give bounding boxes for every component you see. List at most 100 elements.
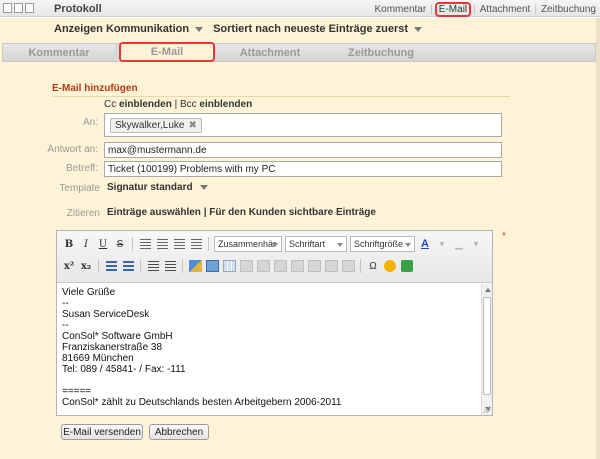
cc-show-link[interactable]: Cc einblenden — [104, 99, 172, 110]
panel-edge — [596, 18, 600, 459]
strikethrough-button[interactable]: S — [113, 236, 127, 252]
recipient-chip[interactable]: Skywalker,Luke ✖ — [110, 118, 202, 133]
superscript-button[interactable]: x² — [62, 258, 76, 274]
edit-image-icon[interactable] — [188, 258, 202, 274]
tab-attachment[interactable]: Attachment — [215, 44, 325, 61]
chevron-down-icon[interactable] — [414, 26, 423, 32]
resize-handle-icon[interactable] — [482, 405, 490, 413]
align-left-button[interactable] — [138, 236, 152, 252]
delete-icon[interactable] — [341, 258, 355, 274]
font-size-select[interactable]: Schriftgröße — [350, 236, 415, 252]
template-value: Signatur standard — [107, 182, 193, 193]
align-right-button[interactable] — [172, 236, 186, 252]
table-props-icon[interactable] — [239, 258, 253, 274]
insert-table-icon[interactable] — [222, 258, 236, 274]
top-nav-attachment[interactable]: Attachment — [478, 3, 533, 16]
body-line: Viele Grüße — [62, 287, 116, 298]
col-icon[interactable] — [273, 258, 287, 274]
body-line: Franziskanerstraße 38 — [62, 342, 163, 353]
quote-links[interactable]: Einträge auswählen | Für den Kunden sich… — [107, 207, 376, 218]
recipient-name: Skywalker,Luke — [115, 120, 185, 131]
reply-to-input[interactable]: max@mustermann.de — [104, 142, 502, 158]
top-nav-kommentar[interactable]: Kommentar — [373, 3, 429, 16]
body-line: Susan ServiceDesk — [62, 309, 150, 320]
tab-bar: Kommentar E-Mail Attachment Zeitbuchung — [2, 42, 596, 62]
window-icon-3[interactable] — [25, 3, 34, 13]
subscript-button[interactable]: x₂ — [79, 258, 93, 274]
split-icon[interactable] — [324, 258, 338, 274]
window-icon-1[interactable] — [3, 3, 12, 13]
top-nav: Kommentar | E-Mail | Attachment | Zeitbu… — [373, 2, 599, 17]
top-nav-email[interactable]: E-Mail — [434, 2, 472, 17]
body-line: 81669 München — [62, 353, 134, 364]
body-line: ConSol* zählt zu Deutschlands besten Arb… — [62, 397, 342, 408]
cc-bcc-toggles: Cc einblenden | Bcc einblenden — [104, 99, 253, 110]
to-field[interactable]: Skywalker,Luke ✖ — [104, 113, 502, 137]
send-email-button[interactable]: E-Mail versenden — [61, 424, 143, 440]
plugin-icon[interactable] — [400, 258, 414, 274]
tab-filler — [437, 44, 595, 61]
emoticon-icon[interactable] — [383, 258, 397, 274]
editor-toolbar: B I U S Zusammenhär Schriftart Schriftgr… — [57, 231, 492, 283]
to-label: An: — [82, 117, 98, 128]
body-line: ===== — [62, 386, 92, 397]
chevron-down-icon[interactable] — [199, 185, 208, 190]
scroll-up-icon[interactable] — [485, 288, 491, 292]
font-color-button[interactable]: A — [418, 236, 432, 252]
background-color-button[interactable]: ▁ — [452, 236, 466, 252]
align-justify-button[interactable] — [189, 236, 203, 252]
body-line: -- — [62, 320, 69, 331]
bcc-show-link[interactable]: Bcc einblenden — [180, 99, 252, 110]
body-line — [62, 375, 480, 386]
email-body[interactable]: Viele Grüße -- Susan ServiceDesk -- ConS… — [62, 287, 480, 408]
window-icons — [3, 3, 34, 13]
subject-label: Betreff: — [65, 163, 98, 174]
scroll-thumb[interactable] — [483, 297, 491, 395]
special-char-button[interactable]: Ω — [366, 258, 380, 274]
cancel-button[interactable]: Abbrechen — [149, 424, 209, 440]
email-editor: B I U S Zusammenhär Schriftart Schriftgr… — [56, 230, 493, 416]
top-nav-separator: | — [534, 4, 537, 15]
section-divider — [52, 96, 510, 97]
outdent-icon[interactable] — [146, 258, 160, 274]
italic-button[interactable]: I — [79, 236, 93, 252]
align-center-button[interactable] — [155, 236, 169, 252]
body-line: Tel: 089 / 45841- / Fax: -111 — [62, 364, 186, 375]
filter-type[interactable]: Anzeigen Kommunikation — [54, 23, 189, 35]
template-select[interactable]: Signatur standard — [107, 182, 208, 193]
body-line: ConSol* Software GmbH — [62, 331, 173, 342]
close-icon[interactable]: ✖ — [188, 120, 196, 131]
chevron-down-icon[interactable]: ▾ — [435, 236, 449, 252]
protocol-panel: Anzeigen Kommunikation Sortiert nach neu… — [0, 18, 600, 459]
reply-to-label: Antwort an: — [47, 144, 98, 155]
title-bar: Protokoll Kommentar | E-Mail | Attachmen… — [0, 0, 600, 17]
top-nav-separator: | — [473, 4, 476, 15]
top-nav-separator: | — [430, 4, 433, 15]
bullet-list-icon[interactable] — [104, 258, 118, 274]
tab-zeitbuchung[interactable]: Zeitbuchung — [325, 44, 437, 61]
window-icon-2[interactable] — [14, 3, 23, 13]
filter-sort[interactable]: Sortiert nach neueste Einträge zuerst — [213, 23, 408, 35]
chevron-down-icon[interactable]: ▾ — [469, 236, 483, 252]
merge-icon[interactable] — [307, 258, 321, 274]
top-nav-zeitbuchung[interactable]: Zeitbuchung — [539, 3, 598, 16]
page-title: Protokoll — [54, 3, 102, 15]
row-icon[interactable] — [256, 258, 270, 274]
underline-button[interactable]: U — [96, 236, 110, 252]
required-marker: * — [502, 231, 506, 242]
insert-image-icon[interactable] — [205, 258, 219, 274]
editor-scrollbar[interactable] — [481, 284, 492, 415]
bold-button[interactable]: B — [62, 236, 76, 252]
filter-bar: Anzeigen Kommunikation Sortiert nach neu… — [54, 23, 432, 35]
font-family-select[interactable]: Schriftart — [285, 236, 347, 252]
template-label: Template — [59, 183, 100, 194]
numbered-list-icon[interactable] — [121, 258, 135, 274]
tab-kommentar[interactable]: Kommentar — [3, 44, 115, 61]
tab-email[interactable]: E-Mail — [119, 42, 215, 62]
cell-icon[interactable] — [290, 258, 304, 274]
chevron-down-icon[interactable] — [195, 26, 204, 32]
format-select[interactable]: Zusammenhär — [214, 236, 282, 252]
indent-icon[interactable] — [163, 258, 177, 274]
body-line: -- — [62, 298, 69, 309]
subject-input[interactable]: Ticket (100199) Problems with my PC — [104, 161, 502, 177]
